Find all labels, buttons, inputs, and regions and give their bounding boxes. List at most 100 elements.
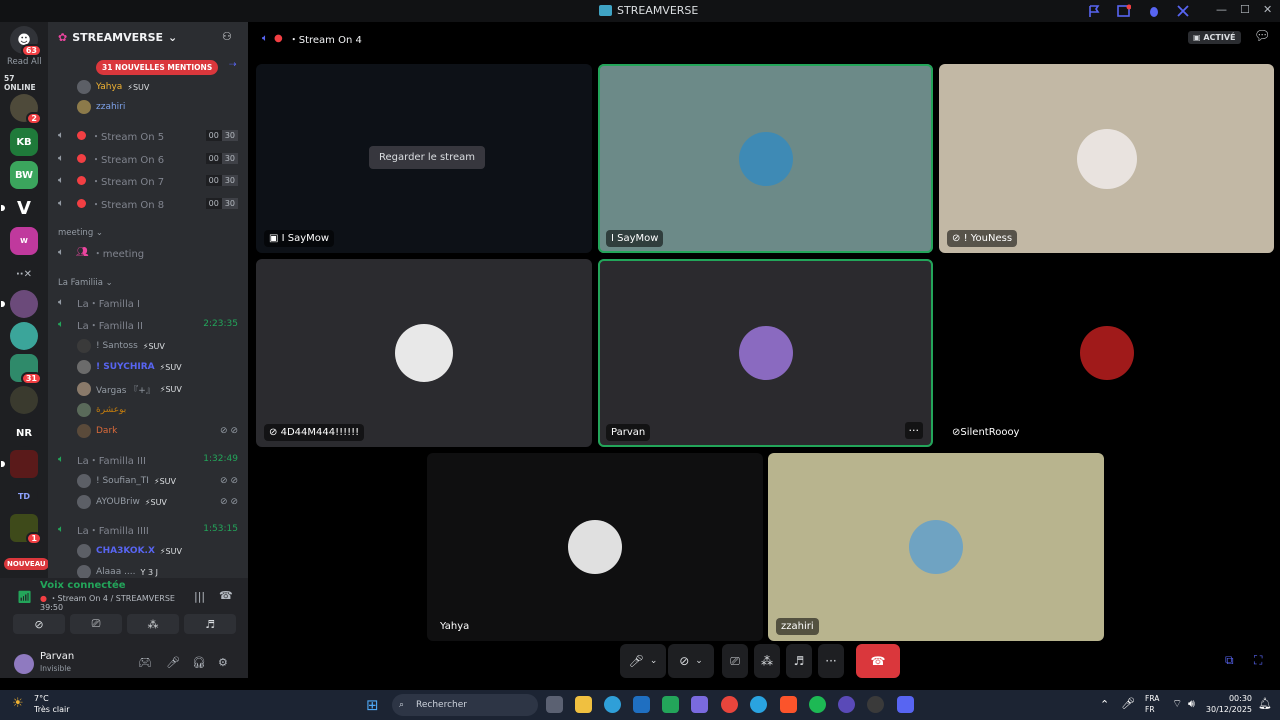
weather-widget[interactable]: 7°C Très clair <box>34 693 70 715</box>
server-icon[interactable] <box>1 450 38 478</box>
member-row[interactable]: ! Santoss ⚡SUV <box>77 337 165 355</box>
minimize-button[interactable]: — <box>1216 3 1227 16</box>
add-member-icon[interactable]: ⚇ <box>222 30 232 43</box>
server-icon[interactable]: TD <box>10 482 38 510</box>
discord-icon[interactable] <box>897 696 914 713</box>
watch-stream-button[interactable]: Regarder le stream <box>369 146 486 169</box>
pin-icon[interactable]: ⇢ <box>229 60 237 70</box>
category-familia[interactable]: La Familiia ⌄ <box>58 278 113 288</box>
task-view-icon[interactable] <box>546 696 563 713</box>
participant-tile[interactable]: ⊘ ! YouNess <box>939 64 1274 253</box>
telegram-icon[interactable] <box>750 696 767 713</box>
headphones-icon[interactable]: 🎧︎ <box>192 656 206 669</box>
activities-button[interactable]: ⁂ <box>754 644 780 678</box>
app-icon[interactable] <box>838 696 855 713</box>
share-screen-button[interactable]: ⎚ <box>722 644 748 678</box>
voice-channel-meeting[interactable]: 🔈︎ 👥︎ ・meeting <box>48 242 248 262</box>
leave-call-button[interactable]: ☎︎ <box>856 644 900 678</box>
server-icon[interactable] <box>10 322 38 350</box>
server-header[interactable]: ✿ STREAMVERSE ⌄ ⚇ <box>48 22 248 52</box>
voice-status[interactable]: Voix connectée <box>40 580 126 591</box>
play-icon[interactable] <box>662 696 679 713</box>
member-row[interactable]: ! SUYCHIRA ⚡SUV <box>77 358 182 376</box>
soundboard-button[interactable]: ♬ <box>786 644 812 678</box>
more-button[interactable]: ··· <box>818 644 844 678</box>
flag-icon[interactable] <box>1087 4 1101 18</box>
gamepad-icon[interactable]: 🎮︎ <box>138 656 152 669</box>
mentions-pill[interactable]: 31 NOUVELLES MENTIONS <box>96 60 219 75</box>
participant-tile[interactable]: zzahiri <box>768 453 1104 641</box>
activities-button[interactable]: ⁂ <box>127 614 179 634</box>
file-explorer-icon[interactable] <box>575 696 592 713</box>
noise-suppression-icon[interactable]: ||| <box>194 590 205 603</box>
server-icon[interactable] <box>10 386 38 414</box>
voice-channel[interactable]: 🔈︎ ・Stream On 6 00 30 <box>48 148 248 168</box>
opera-gx-icon[interactable] <box>867 696 884 713</box>
voice-channel[interactable]: 🔈︎ ・Stream On 7 00 30 <box>48 170 248 190</box>
mic-control[interactable]: 🎤︎ ⌄ <box>620 644 666 678</box>
soundboard-button[interactable]: ♬ <box>184 614 236 634</box>
fullscreen-icon[interactable]: ⛶ <box>1254 653 1262 668</box>
server-icon-v[interactable]: V <box>1 194 38 222</box>
participant-tile[interactable]: Parvan ··· <box>598 259 933 447</box>
stream-tile[interactable]: Regarder le stream ▣ I SayMow <box>256 64 592 253</box>
read-all-button[interactable]: Read All <box>7 57 42 67</box>
maximize-button[interactable]: ☐ <box>1240 3 1250 16</box>
member-row[interactable]: CHA3KOK.X ⚡SUV <box>77 542 182 560</box>
member-row[interactable]: Alaaa .... Y 3 J <box>77 563 158 578</box>
voice-channel[interactable]: 🔈︎ ・Stream On 5 00 30 <box>48 125 248 145</box>
member-row[interactable]: AYOUBriw ⚡SUV <box>77 493 167 511</box>
member-row[interactable]: Dark <box>77 422 117 440</box>
server-folder[interactable]: ··✕ <box>10 260 38 288</box>
language-indicator[interactable]: FRA FR <box>1145 693 1159 715</box>
voice-channel-active[interactable]: 🔈︎ La・Familla IIII 1:53:15 <box>48 519 248 539</box>
more-options-icon[interactable]: ··· <box>904 422 923 439</box>
inbox-icon[interactable] <box>1117 4 1132 18</box>
voice-channel[interactable]: 🔈︎ ・Stream On 8 00 30 <box>48 193 248 213</box>
taskbar-search[interactable]: ⌕ Rechercher <box>392 694 538 716</box>
participant-tile[interactable]: ⊘SilentRoooy <box>939 259 1274 447</box>
start-icon[interactable]: ⊞ <box>366 696 379 714</box>
camera-control[interactable]: ⊘ ⌄ <box>668 644 714 678</box>
server-icon-nr[interactable]: NR <box>10 419 38 447</box>
activity-pill[interactable]: ▣ ACTIVÉ <box>1188 31 1241 44</box>
microphone-icon[interactable]: 🎤︎ <box>166 656 180 669</box>
server-icon-bw[interactable]: BW <box>10 161 38 189</box>
member-row[interactable]: zzahiri <box>77 98 125 116</box>
chrome-icon[interactable] <box>721 696 738 713</box>
server-icon-wildcat[interactable]: W <box>10 227 38 255</box>
voice-channel-active[interactable]: 🔈︎ La・Familla II 2:23:35 <box>48 314 248 334</box>
server-icon[interactable] <box>1 290 38 318</box>
chat-bubble-icon[interactable]: 💬︎ <box>1254 29 1271 44</box>
copilot-icon[interactable] <box>691 696 708 713</box>
server-icon[interactable]: 1 <box>10 514 42 545</box>
system-clock[interactable]: 00:30 30/12/2025 <box>1206 693 1252 715</box>
server-icon[interactable]: 2 <box>10 94 42 125</box>
close-button[interactable]: ✕ <box>1263 3 1272 16</box>
user-avatar[interactable] <box>14 654 34 674</box>
tools-icon[interactable] <box>1176 4 1190 18</box>
chevron-up-icon[interactable]: ⌃ <box>1100 698 1109 711</box>
voice-channel[interactable]: 🔈︎ La・Familla I <box>48 292 248 312</box>
member-row[interactable]: ! Soufian_TI ⚡SUV <box>77 472 176 490</box>
camera-off-button[interactable]: ⊘ <box>13 614 65 634</box>
popout-icon[interactable]: ⧉ <box>1225 653 1234 668</box>
server-icon-kb[interactable]: KB <box>10 128 38 156</box>
spotify-icon[interactable] <box>809 696 826 713</box>
voice-channel-active[interactable]: 🔈︎ La・Familla III 1:32:49 <box>48 449 248 469</box>
direct-messages-button[interactable]: ☻ 63 <box>10 26 42 57</box>
member-row[interactable]: Yahya ⚡SUV <box>77 78 149 96</box>
username[interactable]: Parvan <box>40 651 74 662</box>
share-screen-button[interactable]: ⎚ <box>70 614 122 634</box>
server-icon[interactable]: 31 <box>10 354 42 385</box>
member-row[interactable]: Vargas 『+』 ⚡SUV <box>77 380 182 398</box>
participant-tile[interactable]: Yahya <box>427 453 763 641</box>
signal-icon[interactable]: 📶︎ <box>17 590 32 604</box>
notification-bell-icon[interactable]: 🔔︎ <box>1258 697 1272 710</box>
wifi-icon[interactable]: ⌔ <box>1172 697 1182 711</box>
participant-tile[interactable]: ⊘ 4D44M444!!!!!! <box>256 259 592 447</box>
disconnect-icon[interactable]: ☎︎ <box>219 589 233 602</box>
outlook-icon[interactable] <box>633 696 650 713</box>
microphone-icon[interactable]: 🎤︎ <box>1121 697 1135 710</box>
edge-icon[interactable] <box>604 696 621 713</box>
